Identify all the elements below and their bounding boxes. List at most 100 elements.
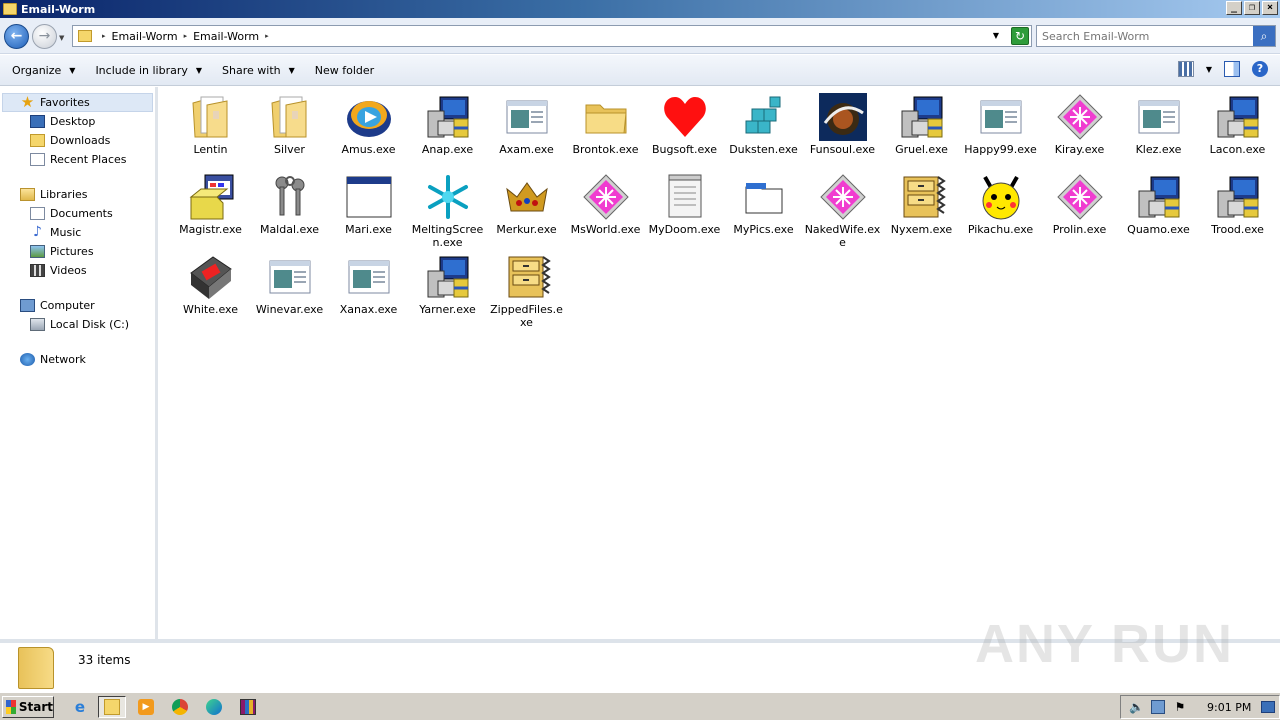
address-dropdown-icon[interactable]: ▼ [993, 31, 999, 40]
refresh-icon[interactable]: ↻ [1011, 27, 1029, 45]
file-item[interactable]: Lacon.exe [1198, 93, 1277, 173]
nav-label: Downloads [50, 134, 111, 147]
file-name: Brontok.exe [572, 143, 639, 156]
file-item[interactable]: Yarner.exe [408, 253, 487, 333]
file-item[interactable]: MyPics.exe [724, 173, 803, 253]
preview-pane-icon[interactable] [1224, 61, 1240, 77]
file-item[interactable]: Winevar.exe [250, 253, 329, 333]
application-window-icon [977, 93, 1025, 141]
nav-downloads[interactable]: Downloads [0, 131, 155, 150]
file-item[interactable]: Gruel.exe [882, 93, 961, 173]
new-folder-button[interactable]: New folder [315, 64, 374, 77]
nav-desktop[interactable]: Desktop [0, 112, 155, 131]
file-item[interactable]: Lentin [171, 93, 250, 173]
nav-music[interactable]: ♪ Music [0, 223, 155, 242]
nav-computer[interactable]: Computer [0, 296, 155, 315]
file-item[interactable]: Merkur.exe [487, 173, 566, 253]
details-pane: 33 items ANY RUN [0, 614, 1280, 691]
nav-libraries[interactable]: Libraries [0, 185, 155, 204]
change-view-icon[interactable] [1177, 61, 1194, 77]
nav-favorites[interactable]: ★ Favorites [2, 93, 153, 112]
file-item[interactable]: Xanax.exe [329, 253, 408, 333]
file-item[interactable]: Brontok.exe [566, 93, 645, 173]
media-player-icon: ▶ [138, 699, 154, 715]
share-with-button[interactable]: Share with ▼ [222, 64, 295, 77]
file-item[interactable]: Kiray.exe [1040, 93, 1119, 173]
close-button[interactable]: × [1262, 1, 1278, 15]
file-item[interactable]: Nyxem.exe [882, 173, 961, 253]
speaker-icon[interactable]: 🔈 [1129, 700, 1144, 714]
file-item[interactable]: Silver [250, 93, 329, 173]
file-item[interactable]: Prolin.exe [1040, 173, 1119, 253]
taskbar-winrar[interactable] [234, 696, 262, 718]
taskbar-media-player[interactable]: ▶ [132, 696, 160, 718]
minimize-button[interactable]: _ [1226, 1, 1242, 15]
nav-pictures[interactable]: Pictures [0, 242, 155, 261]
network-status-icon[interactable] [1151, 700, 1165, 714]
search-input[interactable] [1037, 26, 1247, 46]
file-item[interactable]: Duksten.exe [724, 93, 803, 173]
file-item[interactable]: Klez.exe [1119, 93, 1198, 173]
help-icon[interactable]: ? [1252, 61, 1268, 77]
action-center-flag-icon[interactable]: ⚑ [1173, 700, 1187, 714]
file-item[interactable]: Maldal.exe [250, 173, 329, 253]
file-item[interactable]: MyDoom.exe [645, 173, 724, 253]
file-item[interactable]: Anap.exe [408, 93, 487, 173]
history-dropdown-icon[interactable]: ▼ [59, 34, 64, 42]
restore-button[interactable]: ❐ [1244, 1, 1260, 15]
breadcrumb-item[interactable]: Email-Worm [193, 30, 259, 43]
file-item[interactable]: Mari.exe [329, 173, 408, 253]
application-window-icon [503, 93, 551, 141]
folder-icon [3, 3, 17, 15]
file-item[interactable]: MeltingScreen.exe [408, 173, 487, 253]
organize-button[interactable]: Organize ▼ [12, 64, 75, 77]
file-view[interactable]: Lentin Silver Amus.exe Anap.exe Axam.exe Bron… [161, 87, 1280, 639]
taskbar-chrome[interactable] [166, 696, 194, 718]
file-item[interactable]: NakedWife.exe [803, 173, 882, 253]
file-name: Trood.exe [1211, 223, 1264, 236]
file-item[interactable]: Funsoul.exe [803, 93, 882, 173]
taskbar-edge[interactable] [200, 696, 228, 718]
caret-down-icon[interactable]: ▼ [1206, 65, 1212, 74]
file-item[interactable]: Trood.exe [1198, 173, 1277, 253]
include-in-library-button[interactable]: Include in library ▼ [95, 64, 202, 77]
pictures-icon [30, 245, 45, 258]
file-item[interactable]: Amus.exe [329, 93, 408, 173]
cubes-icon [740, 93, 788, 141]
file-item[interactable]: Happy99.exe [961, 93, 1040, 173]
breadcrumb-item[interactable]: Email-Worm [112, 30, 178, 43]
show-desktop-icon[interactable] [1261, 701, 1275, 713]
file-item[interactable]: White.exe [171, 253, 250, 333]
nav-label: Favorites [40, 96, 90, 109]
file-item[interactable]: ZippedFiles.exe [487, 253, 566, 333]
nav-videos[interactable]: Videos [0, 261, 155, 280]
chevron-right-icon[interactable]: ▸ [184, 32, 188, 40]
chevron-right-icon[interactable]: ▸ [102, 32, 106, 40]
file-item[interactable]: Quamo.exe [1119, 173, 1198, 253]
file-item[interactable]: Pikachu.exe [961, 173, 1040, 253]
recent-places-icon [30, 153, 45, 166]
nav-network[interactable]: Network [0, 350, 155, 369]
file-name: Duksten.exe [729, 143, 798, 156]
file-item[interactable]: MsWorld.exe [566, 173, 645, 253]
nav-documents[interactable]: Documents [0, 204, 155, 223]
search-icon[interactable]: ⌕ [1253, 26, 1275, 46]
taskbar-internet-explorer[interactable]: e [66, 696, 94, 718]
search-box[interactable]: ⌕ [1036, 25, 1276, 47]
start-button[interactable]: Start [2, 696, 54, 718]
nav-local-disk[interactable]: Local Disk (C:) [0, 315, 155, 334]
windows-logo-icon [6, 700, 16, 714]
chevron-right-icon[interactable]: ▸ [265, 32, 269, 40]
nav-recent-places[interactable]: Recent Places [0, 150, 155, 169]
clock[interactable]: 9:01 PM [1207, 701, 1251, 714]
file-item[interactable]: Bugsoft.exe [645, 93, 724, 173]
blank-window-icon [345, 173, 393, 221]
address-bar[interactable]: ▸ Email-Worm ▸ Email-Worm ▸ ▼ ↻ [72, 25, 1032, 47]
documents-icon [30, 207, 45, 220]
file-item[interactable]: Axam.exe [487, 93, 566, 173]
back-button[interactable]: ← [4, 24, 29, 49]
music-note-icon: ♪ [33, 224, 42, 240]
file-item[interactable]: Magistr.exe [171, 173, 250, 253]
taskbar-explorer[interactable] [98, 696, 126, 718]
forward-button[interactable]: → [32, 24, 57, 49]
